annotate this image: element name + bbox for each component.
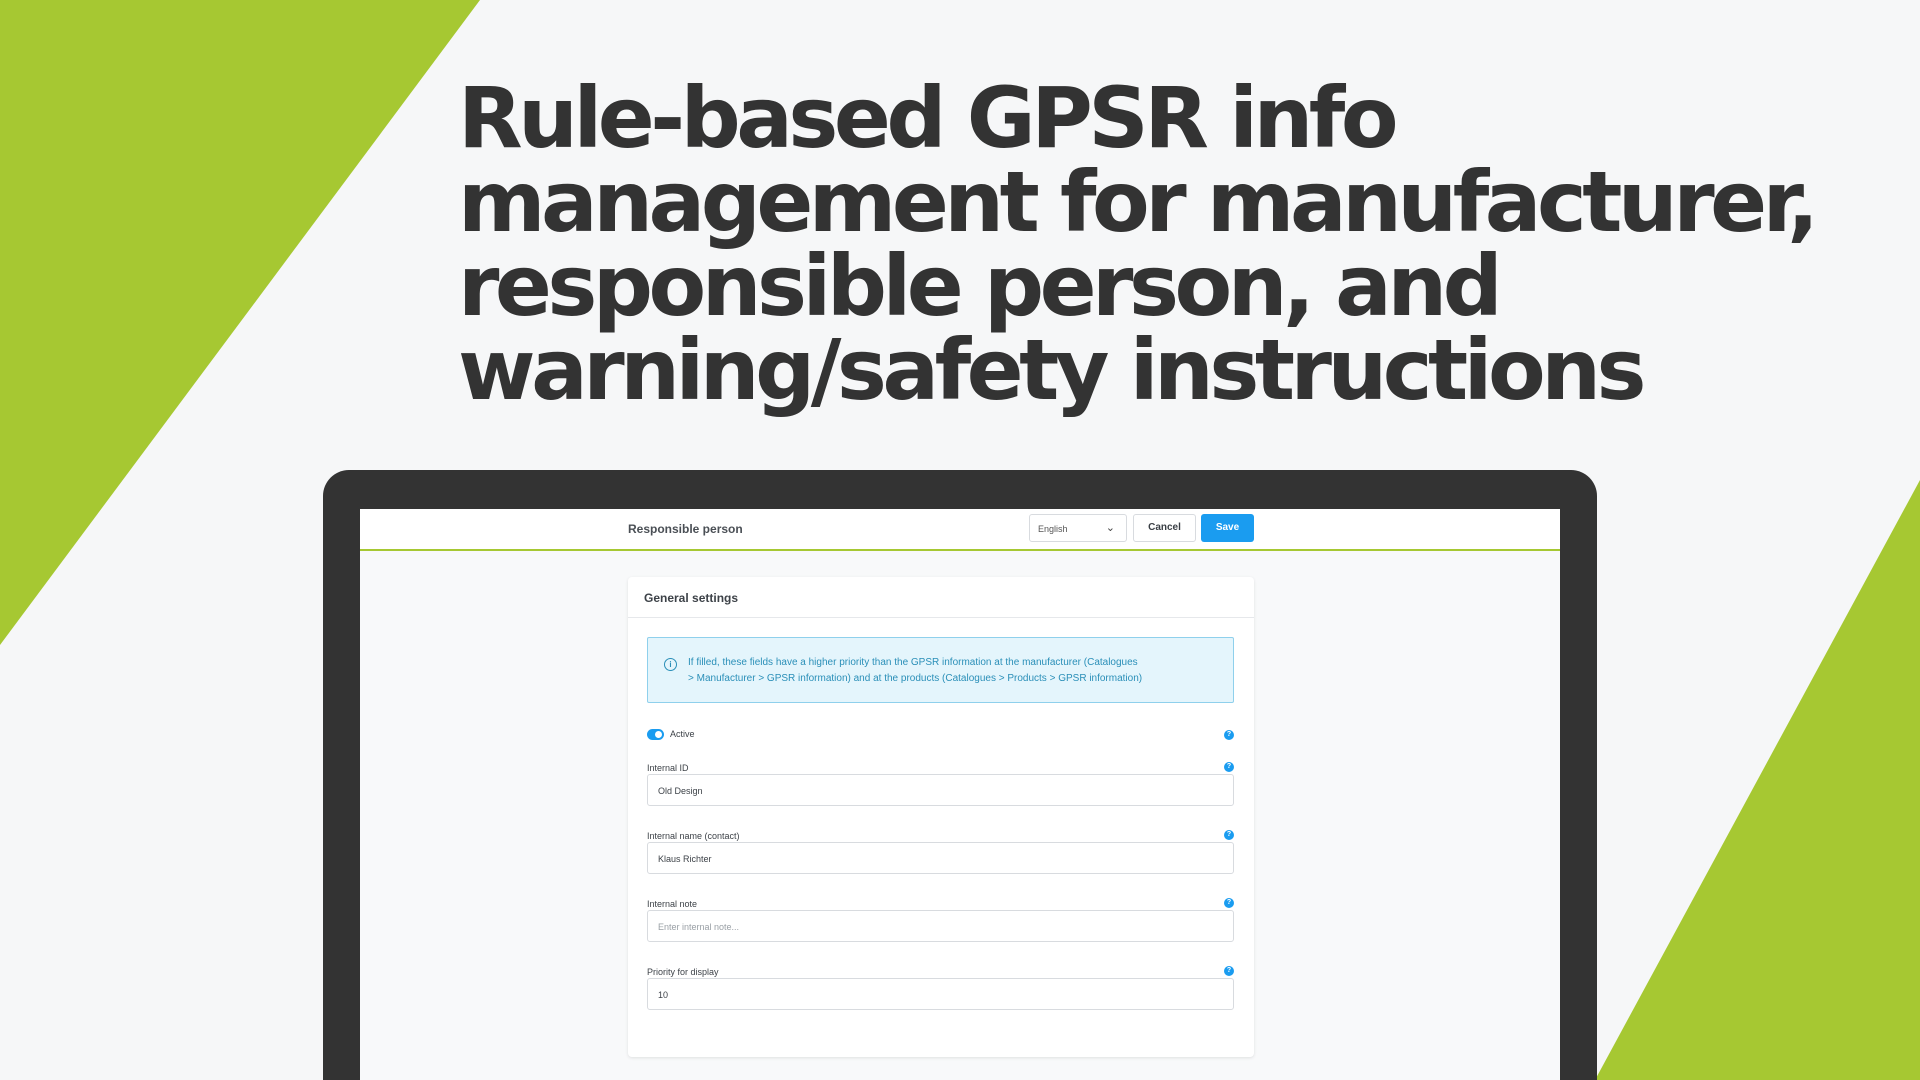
- green-shape-right: [1595, 480, 1920, 1080]
- alert-text-line-2: > Manufacturer > GPSR information) and a…: [688, 673, 1143, 684]
- help-icon[interactable]: ?: [1224, 966, 1234, 976]
- help-icon[interactable]: ?: [1224, 830, 1234, 840]
- chevron-down-icon: ⌄: [1105, 522, 1115, 534]
- top-bar: Responsible person English ⌄ Cancel Save: [360, 509, 1560, 551]
- general-settings-card: General settings i If filled, these fiel…: [628, 577, 1254, 1057]
- internal-id-input[interactable]: Old Design: [647, 774, 1234, 806]
- active-toggle[interactable]: [647, 729, 664, 740]
- help-icon[interactable]: ?: [1224, 898, 1234, 908]
- field-label: Priority for display: [647, 967, 719, 977]
- help-icon[interactable]: ?: [1224, 730, 1234, 740]
- priority-field: Priority for display ? 10: [647, 966, 1234, 1019]
- language-select-value: English: [1038, 524, 1068, 534]
- field-label: Internal ID: [647, 763, 689, 773]
- laptop-frame: Responsible person English ⌄ Cancel Save…: [323, 470, 1597, 1080]
- field-label: Internal note: [647, 899, 698, 909]
- page-title: Responsible person: [628, 522, 743, 536]
- internal-note-input[interactable]: Enter internal note...: [647, 910, 1234, 942]
- card-title: General settings: [628, 577, 1254, 618]
- help-icon[interactable]: ?: [1224, 762, 1234, 772]
- headline: Rule-based GPSR info management for manu…: [458, 76, 1898, 412]
- alert-text-line-1: If filled, these fields have a higher pr…: [688, 657, 1138, 668]
- info-icon: i: [664, 658, 677, 671]
- priority-input[interactable]: 10: [647, 978, 1234, 1010]
- internal-name-input[interactable]: Klaus Richter: [647, 842, 1234, 874]
- info-alert: i If filled, these fields have a higher …: [647, 637, 1234, 703]
- internal-note-field: Internal note ? Enter internal note...: [647, 898, 1234, 951]
- internal-id-field: Internal ID ? Old Design: [647, 762, 1234, 815]
- language-select[interactable]: English ⌄: [1029, 514, 1127, 542]
- active-row: Active ?: [647, 727, 1234, 743]
- cancel-button[interactable]: Cancel: [1133, 514, 1196, 542]
- headline-line-2: management for manufacturer,: [458, 153, 1819, 251]
- headline-line-3: responsible person, and: [458, 237, 1503, 335]
- headline-line-4: warning/safety instructions: [458, 321, 1647, 419]
- field-label: Internal name (contact): [647, 831, 740, 841]
- app-screen: Responsible person English ⌄ Cancel Save…: [360, 509, 1560, 1080]
- headline-line-1: Rule-based GPSR info: [458, 69, 1399, 167]
- save-button[interactable]: Save: [1201, 514, 1254, 542]
- active-label: Active: [670, 729, 695, 739]
- internal-name-field: Internal name (contact) ? Klaus Richter: [647, 830, 1234, 883]
